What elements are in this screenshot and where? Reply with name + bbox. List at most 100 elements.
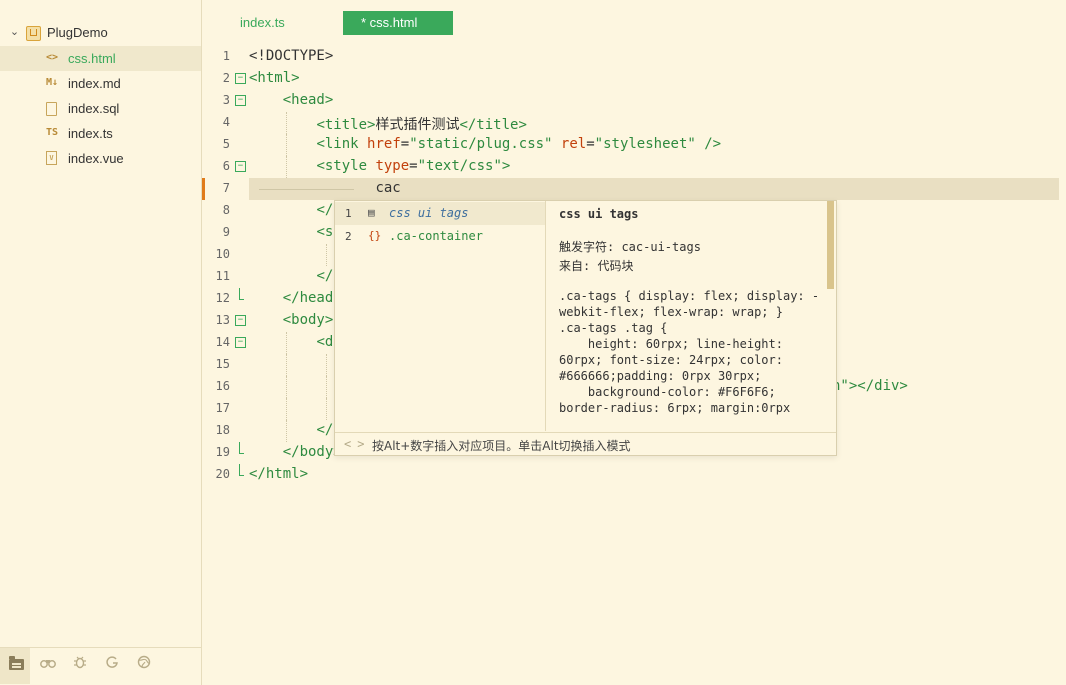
suggestion-detail: css ui tags 触发字符: cac-ui-tags 来自: 代码块 .c… [559,201,827,431]
html-tag: </head [282,290,334,306]
braces-icon: {} [368,229,382,242]
html-tag: <link [316,136,359,152]
markdown-file-icon: M↓ [46,77,59,88]
suggestion-index: 2 [345,230,352,243]
document-file-icon [46,101,62,116]
line-number: 17 [215,401,230,415]
fold-toggle[interactable]: − [235,95,246,106]
nav-arrows[interactable]: <> [344,437,370,451]
html-tag: </ [316,202,334,218]
file-name: css.html [68,51,116,66]
code-line: 2 − <html> [202,68,1066,90]
suggestion-label: css ui tags [389,206,469,220]
tab-index-ts[interactable]: index.ts [240,11,285,35]
typescript-file-icon: TS [46,127,59,138]
bug-icon[interactable] [70,654,90,674]
line-number: 16 [215,379,230,393]
file-item-css-html[interactable]: <> css.html [0,46,201,71]
current-line: 7 cac [202,178,1066,200]
next-icon[interactable]: > [357,437,370,451]
vue-file-icon: V [46,151,62,165]
line-number: 12 [215,291,230,305]
chevron-down-icon[interactable]: ⌄ [8,26,21,39]
detail-scrollbar[interactable] [827,201,834,289]
git-icon[interactable] [102,654,122,674]
line-number: 3 [222,93,230,107]
tab-css-html[interactable]: * css.html [343,11,453,35]
line-number: 19 [215,445,230,459]
typed-text: cac [375,180,401,196]
html-tag: </ [316,422,334,438]
line-number: 20 [215,467,230,481]
file-name: index.sql [68,101,120,116]
html-tag: </title> [459,117,527,133]
files-view-button[interactable] [0,648,30,684]
attr-name: type [375,158,410,174]
file-explorer: ⌄ PlugDemo <> css.html M↓ index.md index… [0,0,202,685]
line-number: 9 [222,225,230,239]
file-item-index-ts[interactable]: TS index.ts [0,121,201,146]
detail-title: css ui tags [559,207,639,221]
suggestion-item[interactable]: 2 {} .ca-container [335,225,545,248]
binoculars-icon[interactable] [38,654,58,674]
snippet-icon: ▤ [368,206,375,219]
line-number: 10 [215,247,230,261]
html-tag: </ [316,268,334,284]
suggestion-index: 1 [345,207,352,220]
attr-value: "static/plug.css" [409,136,553,152]
code-text: </ [249,268,333,284]
fold-toggle[interactable]: − [235,73,246,84]
fold-toggle[interactable]: − [235,161,246,172]
code-text: <d [249,334,333,350]
line-number: 2 [222,71,230,85]
line-number: 5 [222,137,230,151]
line-number: 7 [222,181,230,195]
file-item-index-sql[interactable]: index.sql [0,96,201,121]
html-file-icon: <> [46,52,59,63]
globe-icon[interactable] [134,654,154,674]
line-number: 14 [215,335,230,349]
fold-toggle[interactable]: − [235,315,246,326]
attr-value: "text/css" [417,158,502,174]
html-tag: n"></div> [832,378,908,394]
code-line: 3 − <head> [202,90,1066,112]
sidebar-toolbar [0,647,201,685]
code-line: 6 − <style type="text/css"> [202,156,1066,178]
code-text: <style type="text/css"> [316,158,511,174]
html-tag: <html> [249,70,300,86]
folder-icon [9,656,24,670]
autocomplete-popup: 1 ▤ css ui tags 2 {} .ca-container css u… [334,200,837,456]
editor-tabs: index.ts * css.html [202,0,1066,40]
fold-toggle[interactable]: − [235,337,246,348]
html-tag: > [501,158,511,174]
attr-name: href [367,136,401,152]
line-number: 8 [222,203,230,217]
code-text: <body> [249,312,334,328]
suggestion-label: .ca-container [389,229,483,243]
html-tag: <d [316,334,334,350]
project-icon [26,26,41,41]
html-tag: <style [316,158,368,174]
code-text: <html> [249,70,300,86]
file-item-index-vue[interactable]: V index.vue [0,146,201,171]
code-text: </head [249,290,334,306]
code-text: n"></div> [832,378,908,394]
line-number: 18 [215,423,230,437]
html-tag: <s [316,224,334,240]
code-text: <s [249,224,333,240]
code-line: 4 <title>样式插件测试</title> [202,112,1066,134]
html-tag: <title> [316,117,376,133]
project-name: PlugDemo [47,25,108,40]
popup-footer: <> 按Alt+数字插入对应项目。单击Alt切换插入模式 [335,432,836,456]
file-name: index.ts [68,126,113,141]
line-number: 4 [222,115,230,129]
html-tag: /> [704,136,722,152]
prev-icon[interactable]: < [344,437,357,451]
line-number: 15 [215,357,230,371]
html-tag: <body> [282,312,334,328]
title-text: 样式插件测试 [375,117,460,133]
file-name: index.md [68,76,121,91]
code-text: <link href="static/plug.css" rel="styles… [316,136,722,152]
suggestion-item[interactable]: 1 ▤ css ui tags [335,202,545,225]
file-item-index-md[interactable]: M↓ index.md [0,71,201,96]
